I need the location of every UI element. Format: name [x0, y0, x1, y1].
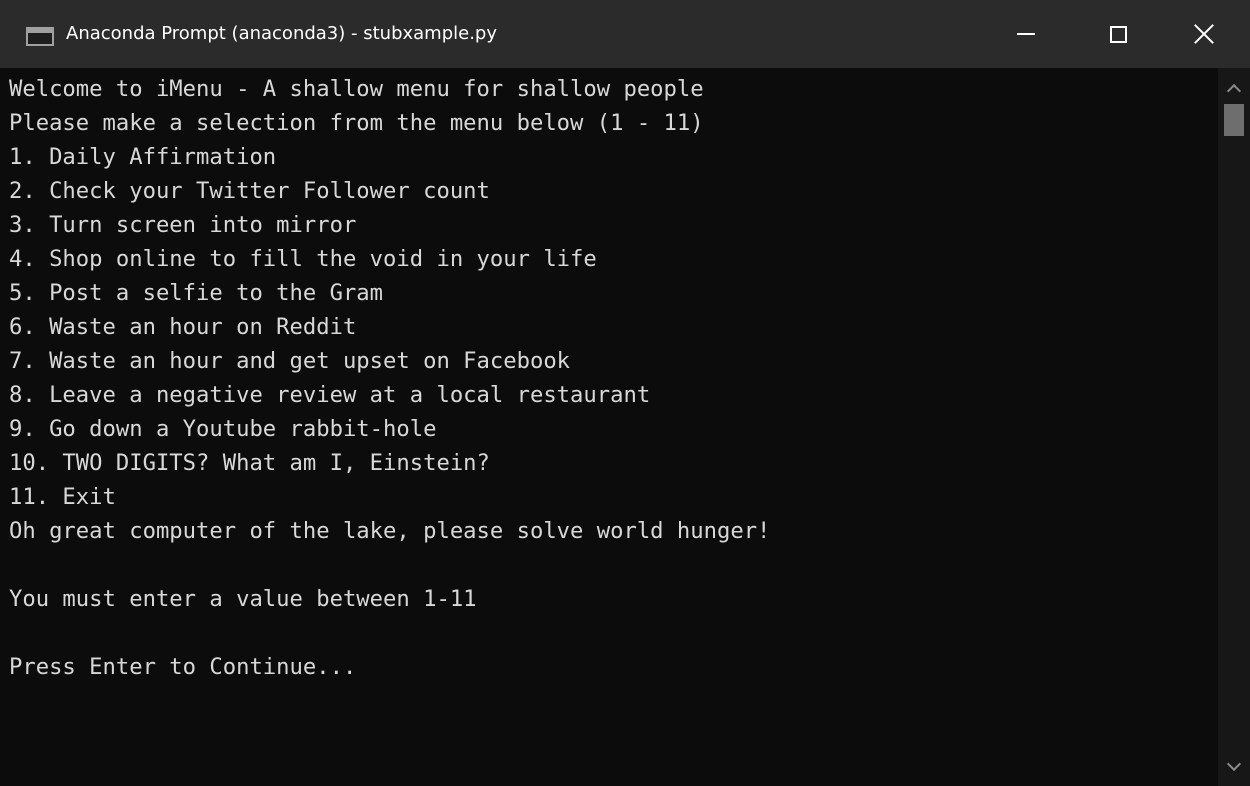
close-icon	[1193, 23, 1215, 45]
console-line: 6. Waste an hour on Reddit	[9, 314, 357, 340]
chevron-down-icon	[1226, 756, 1242, 771]
console-line: 1. Daily Affirmation	[9, 144, 277, 170]
window-title: Anaconda Prompt (anaconda3) - stubxample…	[66, 23, 498, 44]
console-line: Press Enter to Continue...	[9, 654, 357, 680]
console-line: 3. Turn screen into mirror	[9, 212, 357, 238]
console-line: Oh great computer of the lake, please so…	[9, 518, 771, 544]
scroll-down-button[interactable]	[1218, 750, 1250, 782]
console-line: 2. Check your Twitter Follower count	[9, 178, 490, 204]
title-bar[interactable]: Anaconda Prompt (anaconda3) - stubxample…	[0, 0, 1250, 68]
console-line: 4. Shop online to fill the void in your …	[9, 246, 597, 272]
minimize-button[interactable]	[980, 0, 1072, 68]
console-line: 10. TWO DIGITS? What am I, Einstein?	[9, 450, 490, 476]
terminal-window: Anaconda Prompt (anaconda3) - stubxample…	[0, 0, 1250, 786]
console-line: Please make a selection from the menu be…	[9, 110, 704, 136]
console-line: You must enter a value between 1-11	[9, 586, 477, 612]
console-line: 5. Post a selfie to the Gram	[9, 280, 384, 306]
console-line: Welcome to iMenu - A shallow menu for sh…	[9, 76, 704, 102]
console-line: 9. Go down a Youtube rabbit-hole	[9, 416, 437, 442]
close-button[interactable]	[1158, 0, 1250, 68]
console-output[interactable]: Welcome to iMenu - A shallow menu for sh…	[0, 68, 1218, 786]
console-window-icon[interactable]	[26, 27, 54, 46]
console-line: 8. Leave a negative review at a local re…	[9, 382, 651, 408]
console-line: 7. Waste an hour and get upset on Facebo…	[9, 348, 571, 374]
minimize-icon	[1017, 33, 1035, 35]
console-line: 11. Exit	[9, 484, 116, 510]
vertical-scrollbar[interactable]	[1218, 68, 1250, 786]
scroll-thumb[interactable]	[1224, 104, 1244, 136]
maximize-button[interactable]	[1072, 0, 1164, 68]
scroll-up-button[interactable]	[1218, 72, 1250, 104]
chevron-up-icon	[1226, 83, 1242, 98]
maximize-icon	[1109, 25, 1127, 43]
